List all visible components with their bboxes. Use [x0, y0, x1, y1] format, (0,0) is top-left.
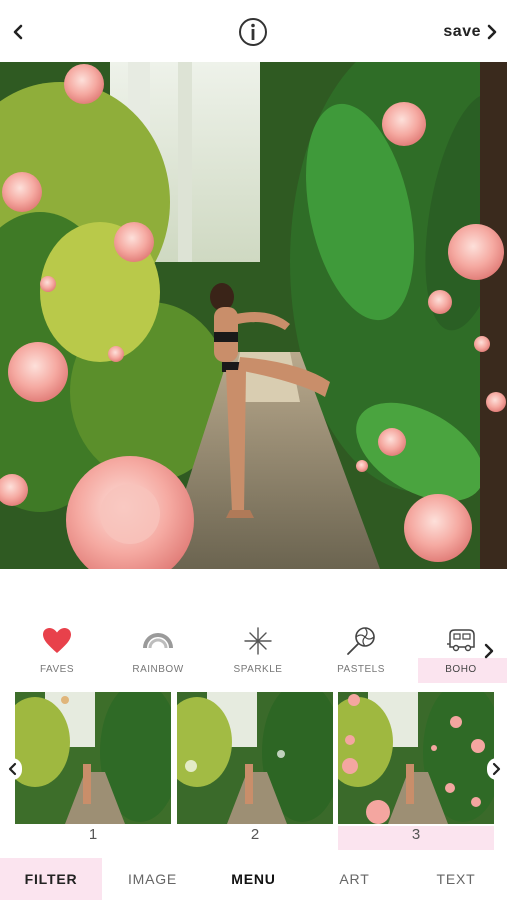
thumbnails-prev-button[interactable] [4, 758, 22, 780]
chevron-left-icon [8, 762, 17, 776]
tab-menu[interactable]: MENU [203, 858, 304, 900]
filter-number-2: 2 [250, 826, 260, 843]
category-label-rainbow: RAINBOW [132, 664, 184, 675]
bottom-tab-bar: FILTER IMAGE MENU ART TEXT [0, 858, 507, 900]
photo-canvas [0, 62, 507, 569]
thumbnail-image [15, 692, 171, 824]
tab-art[interactable]: ART [304, 858, 405, 900]
filter-thumbnail-1[interactable] [15, 692, 171, 824]
filter-thumbnails: 1 2 3 [0, 692, 507, 852]
category-label-pastels: PASTELS [337, 664, 385, 675]
chevron-left-icon [13, 24, 23, 40]
chevron-right-icon [492, 762, 501, 776]
thumbnail-image [177, 692, 333, 824]
filter-number-1: 1 [88, 826, 98, 843]
main-photo[interactable] [0, 62, 507, 569]
chevron-right-icon [484, 643, 494, 659]
camper-van-icon [447, 629, 475, 652]
tab-text[interactable]: TEXT [405, 858, 507, 900]
category-faves[interactable]: FAVES [14, 620, 100, 686]
save-label: save [443, 23, 481, 40]
thumbnail-image [338, 692, 494, 824]
tab-image[interactable]: IMAGE [102, 858, 203, 900]
tab-filter[interactable]: FILTER [0, 858, 102, 900]
filter-category-row: FAVES RAINBOW SPARKLE PASTELS BOHO [0, 620, 507, 686]
back-button[interactable] [6, 18, 30, 46]
info-icon [239, 18, 267, 46]
save-button[interactable]: save [443, 20, 497, 44]
info-button[interactable] [238, 17, 268, 47]
category-label-faves: FAVES [40, 664, 74, 675]
category-rainbow[interactable]: RAINBOW [115, 620, 201, 686]
rainbow-icon [143, 633, 173, 649]
categories-next-button[interactable] [483, 642, 499, 662]
sparkle-icon [244, 627, 272, 655]
category-pastels[interactable]: PASTELS [318, 620, 404, 686]
heart-icon [43, 628, 71, 653]
chevron-right-icon [487, 24, 497, 40]
category-sparkle[interactable]: SPARKLE [215, 620, 301, 686]
lollipop-icon [347, 627, 375, 655]
category-label-boho: BOHO [445, 664, 477, 675]
thumbnails-next-button[interactable] [487, 758, 505, 780]
top-bar: save [0, 0, 507, 62]
filter-number-3: 3 [338, 826, 494, 850]
filter-thumbnail-2[interactable] [177, 692, 333, 824]
category-label-sparkle: SPARKLE [233, 664, 283, 675]
filter-thumbnail-3[interactable] [338, 692, 494, 824]
